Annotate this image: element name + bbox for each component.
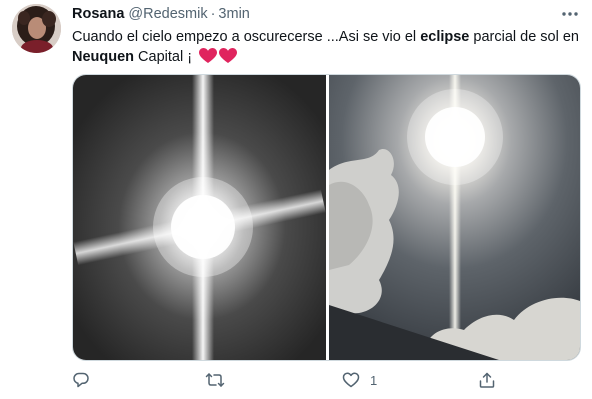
- tweet-text-part: parcial de sol en: [469, 29, 579, 45]
- tweet-text: Cuando el cielo empezo a oscurecerse ...…: [72, 27, 587, 70]
- separator-dot: ·: [210, 6, 216, 22]
- tweet-actions: 1: [72, 370, 587, 392]
- tweet-text-part: Cuando el cielo empezo a oscurecerse ...…: [72, 29, 421, 45]
- timestamp[interactable]: 3min: [218, 6, 249, 22]
- media-grid: [72, 74, 581, 361]
- heart-emoji-icon: [199, 48, 238, 70]
- author-name[interactable]: Rosana: [72, 6, 124, 22]
- like-count: 1: [370, 372, 378, 388]
- more-options-icon[interactable]: [558, 6, 582, 22]
- tweet-header: Rosana @Redesmik · 3min: [72, 5, 250, 23]
- share-button[interactable]: [478, 370, 506, 390]
- hashtag-eclipse: eclipse: [420, 29, 470, 45]
- heart-icon: [342, 371, 360, 389]
- like-button[interactable]: 1: [342, 370, 377, 390]
- share-icon: [478, 371, 496, 389]
- reply-button[interactable]: [72, 370, 100, 390]
- sun-photo-clouds[interactable]: [329, 75, 580, 360]
- author-handle[interactable]: @Redesmik: [128, 6, 207, 22]
- tweet[interactable]: Rosana @Redesmik · 3min Cuando el cielo emp…: [0, 0, 592, 399]
- tweet-text-part: Capital ¡: [134, 49, 193, 65]
- retweet-icon: [205, 371, 225, 389]
- sun-photo-grayscale[interactable]: [73, 75, 326, 360]
- retweet-button[interactable]: [205, 370, 235, 390]
- reply-icon: [72, 371, 90, 389]
- hashtag-neuquen: Neuquen: [72, 49, 135, 65]
- avatar[interactable]: [12, 4, 61, 53]
